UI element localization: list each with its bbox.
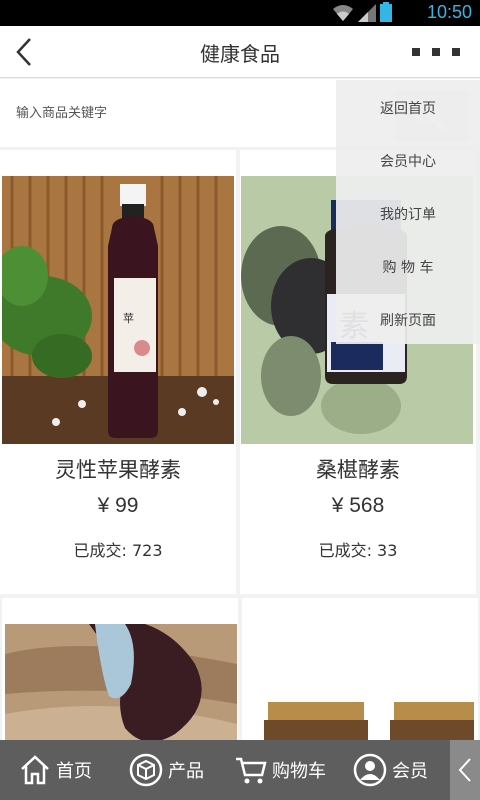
nav-item-cart[interactable]: 购物车 [234,740,326,800]
overflow-menu: 返回首页 会员中心 我的订单 购 物 车 刷新页面 [336,80,480,344]
menu-item-home[interactable]: 返回首页 [336,98,480,118]
cube-icon [129,753,163,787]
status-icons [332,2,392,22]
nav-label: 购物车 [272,761,326,782]
menu-item-refresh[interactable]: 刷新页面 [336,310,480,330]
nav-label: 会员 [392,761,428,782]
svg-text:苹: 苹 [123,311,134,325]
home-icon [21,755,49,785]
user-icon [353,753,387,787]
chevron-left-icon [458,758,471,782]
menu-item-my-orders[interactable]: 我的订单 [336,204,480,224]
status-bar: 10:50 [0,0,480,26]
nav-collapse-button[interactable] [450,740,480,800]
nav-item-products[interactable]: 产品 [128,740,204,800]
wifi-icon [333,5,353,21]
header: 健康食品 [0,26,480,78]
product-image: 苹 [2,176,234,444]
dot-icon [432,48,440,56]
more-menu-button[interactable] [408,40,464,64]
product-card[interactable]: 苹 灵性苹果酵素 ¥ 99 已成交: 723 [0,150,236,594]
nav-item-home[interactable]: 首页 [18,740,92,800]
dot-icon [452,48,460,56]
dot-icon [412,48,420,56]
status-time: 10:50 [426,2,472,22]
bottom-nav: 首页 产品 购物车 会员 [0,740,480,800]
menu-item-cart[interactable]: 购 物 车 [336,257,480,277]
nav-label: 产品 [168,761,204,782]
search-input[interactable] [6,89,386,137]
product-sold-count: 已成交: 33 [318,541,398,560]
battery-icon [380,2,392,22]
signal-icon [358,4,376,22]
cart-icon [236,757,267,784]
nav-item-member[interactable]: 会员 [352,740,428,800]
menu-item-member-center[interactable]: 会员中心 [336,151,480,171]
product-sold-count: 已成交: 723 [73,541,163,560]
product-name: 灵性苹果酵素 [55,458,181,482]
nav-label: 首页 [56,761,92,782]
product-price: ¥ 568 [331,494,385,517]
product-name: 桑椹酵素 [316,458,400,482]
product-price: ¥ 99 [97,494,139,517]
